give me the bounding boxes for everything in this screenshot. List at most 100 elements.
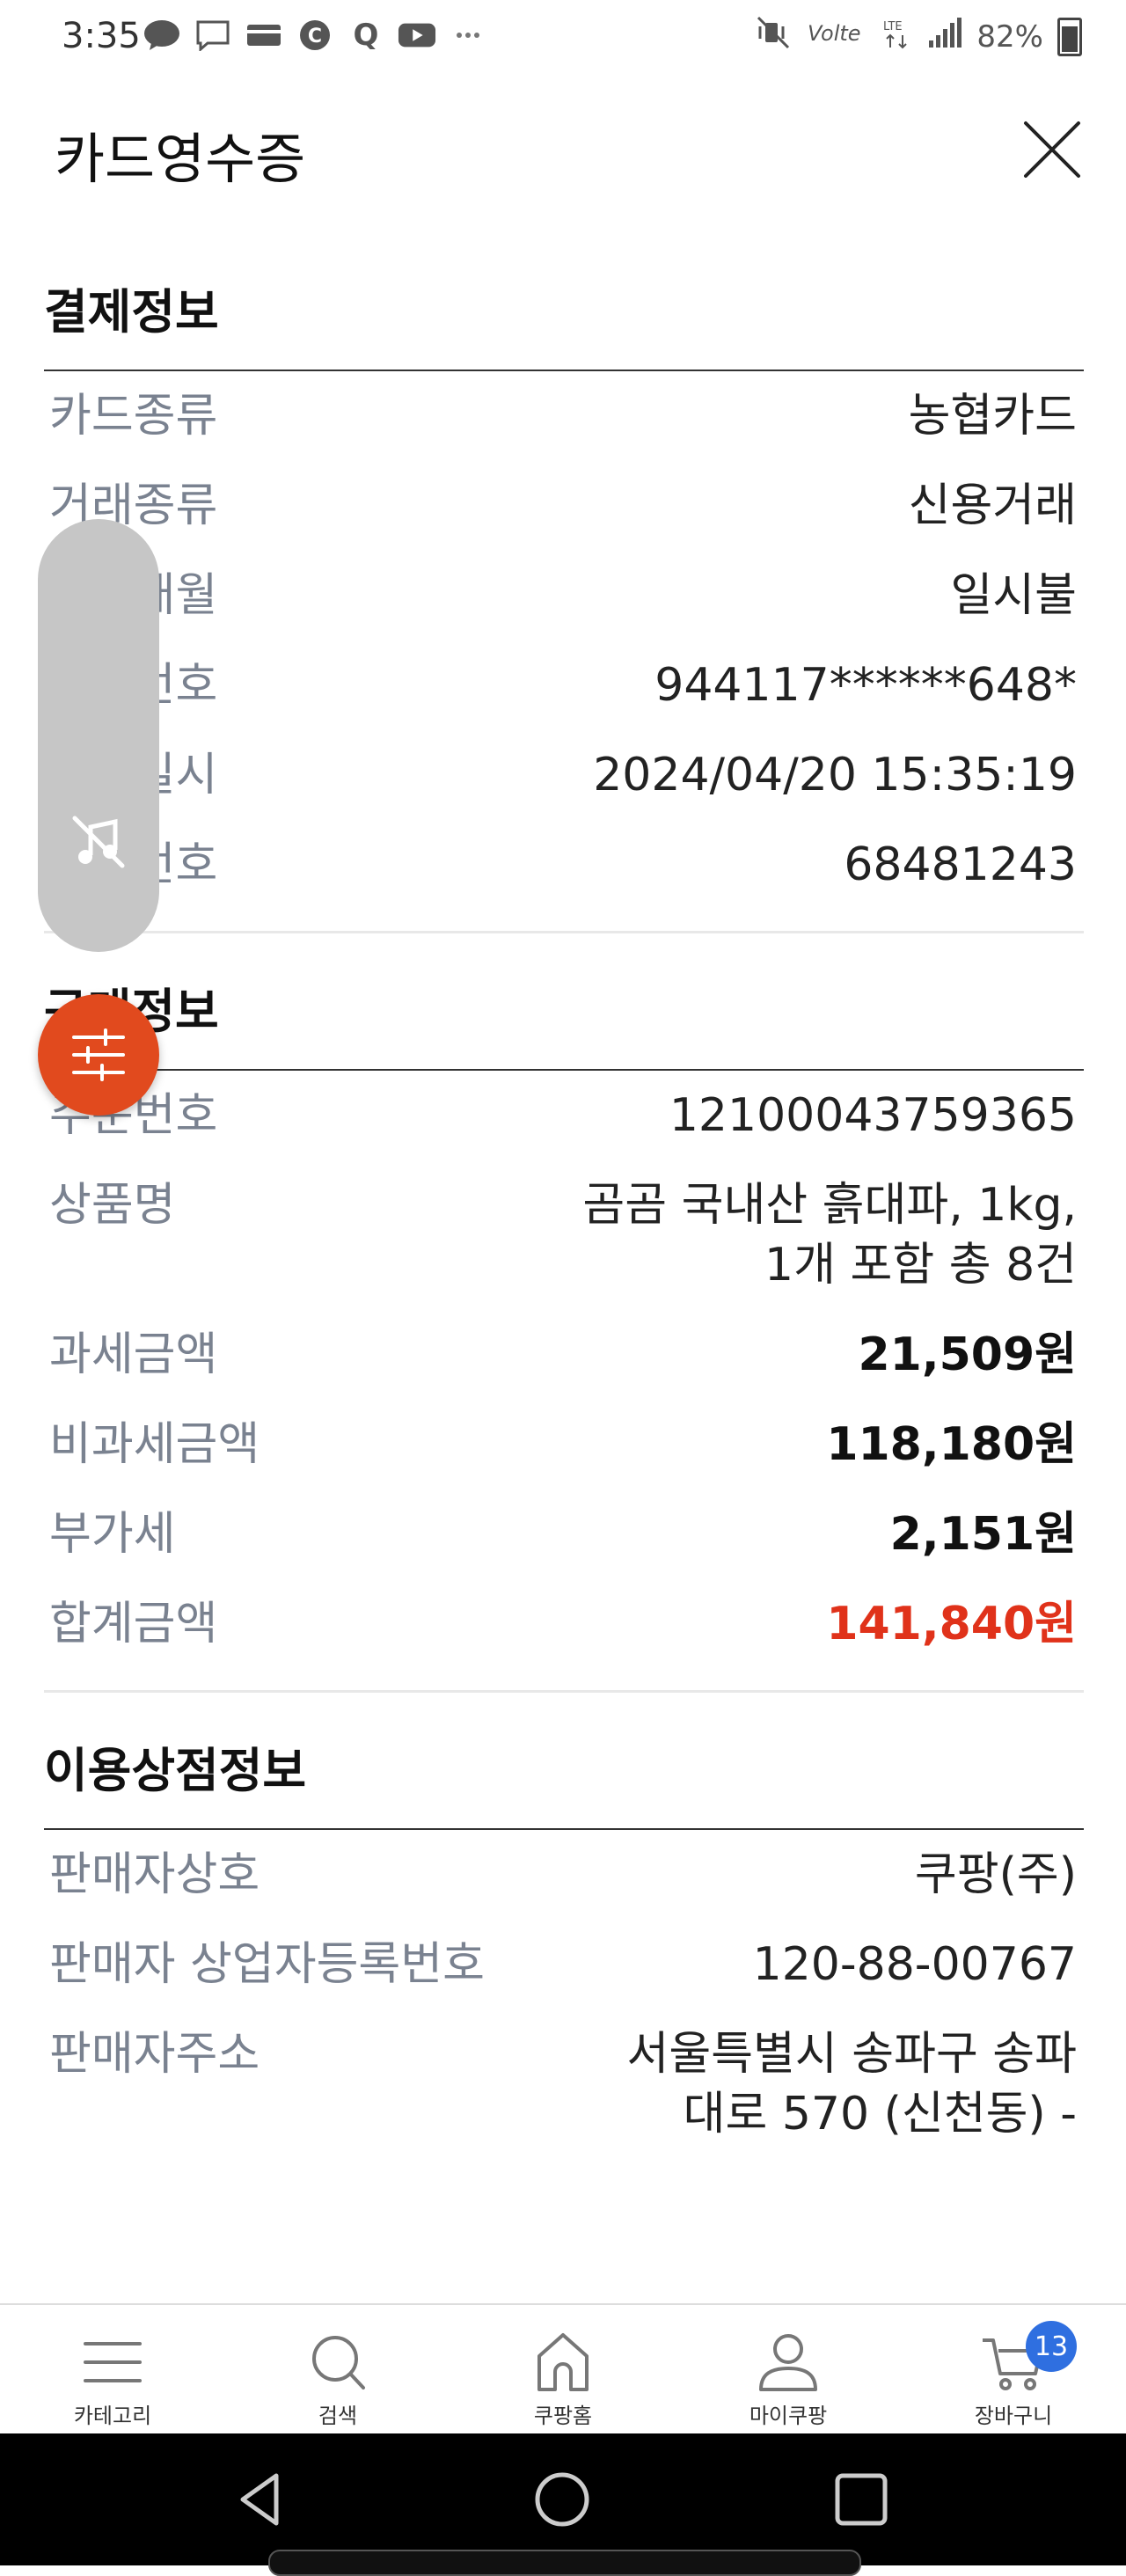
svg-text:C: C <box>308 26 322 48</box>
notification-icons: C Q <box>143 18 487 53</box>
info-row: 비과세금액 118,180원 <box>44 1409 1084 1498</box>
info-row: 판매자 상업자등록번호 120-88-00767 <box>44 1928 1084 2018</box>
status-time: 3:35 <box>62 16 141 56</box>
info-row: 카드종류 농협카드 <box>44 380 1084 470</box>
tax-free-amount: 118,180원 <box>826 1418 1077 1471</box>
nav-cart[interactable]: 장바구니 13 <box>901 2305 1126 2435</box>
filter-fab-button[interactable] <box>38 994 159 1116</box>
user-icon <box>759 2334 817 2391</box>
address-line: 서울특별시 송파구 송파 <box>626 2028 1077 2081</box>
nav-category[interactable]: 카테고리 <box>0 2305 225 2435</box>
recents-icon[interactable] <box>830 2469 892 2530</box>
order-number: 12100043759365 <box>669 1089 1077 1142</box>
menu-icon <box>84 2342 142 2382</box>
status-bar: 3:35 C Q Volte LTE 82% <box>0 0 1126 79</box>
nav-label: 검색 <box>318 2404 358 2428</box>
svg-text:LTE: LTE <box>883 20 903 33</box>
merchant-info-section: 이용상점정보 판매자상호 쿠팡(주) 판매자 상업자등록번호 120-88-00… <box>44 1723 1084 2168</box>
info-row: 주문번호 12100043759365 <box>44 1079 1084 1169</box>
product-name-line: 곰곰 국내산 흙대파, 1kg, <box>582 1179 1077 1232</box>
info-row: 합계금액 141,840원 <box>44 1588 1084 1678</box>
music-off-icon[interactable] <box>68 811 129 873</box>
nav-label: 쿠팡홈 <box>533 2404 593 2428</box>
message-icon <box>194 18 232 53</box>
row-value: 68481243 <box>844 838 1077 891</box>
row-value: 신용거래 <box>908 479 1077 532</box>
cart-count-badge: 13 <box>1026 2321 1077 2372</box>
info-row: 거래종류 신용거래 <box>44 470 1084 560</box>
info-row: 승인번호 68481243 <box>44 829 1084 918</box>
card-icon <box>245 18 283 53</box>
svg-text:Q: Q <box>354 18 379 52</box>
battery-icon <box>1057 17 1082 56</box>
row-label: 판매자상호 <box>49 1848 260 1901</box>
receipt-content: 결제정보 카드종류 농협카드 거래종류 신용거래 할부개월 일시불 카드번호 9… <box>44 264 1084 2168</box>
close-icon <box>1024 121 1080 178</box>
section-title: 구매정보 <box>44 963 1084 1069</box>
youtube-icon <box>398 18 436 53</box>
home-button-icon[interactable] <box>531 2469 593 2530</box>
row-value: 일시불 <box>950 569 1077 622</box>
section-title: 결제정보 <box>44 284 219 340</box>
floating-media-panel[interactable] <box>38 519 159 952</box>
nav-label: 카테고리 <box>73 2404 152 2428</box>
back-icon[interactable] <box>230 2469 292 2530</box>
bottom-nav: 카테고리 검색 쿠팡홈 마이쿠팡 장바구니 13 <box>0 2303 1126 2435</box>
row-label: 판매자주소 <box>49 2028 260 2081</box>
more-notifications-icon <box>449 18 487 53</box>
info-row: 할부개월 일시불 <box>44 560 1084 649</box>
product-name-line: 1개 포함 총 8건 <box>764 1239 1077 1292</box>
row-value: 2024/04/20 15:35:19 <box>593 749 1077 801</box>
row-label: 비과세금액 <box>49 1418 260 1471</box>
q-icon: Q <box>347 18 385 53</box>
order-info-section: 구매정보 주문번호 12100043759365 상품명 곰곰 국내산 흙대파,… <box>44 963 1084 1693</box>
row-label: 과세금액 <box>49 1328 218 1381</box>
nav-home[interactable]: 쿠팡홈 <box>450 2305 676 2435</box>
info-row: 판매자주소 서울특별시 송파구 송파 대로 570 (신천동) - <box>44 2018 1084 2168</box>
section-title: 이용상점정보 <box>44 1743 307 1798</box>
row-value: 농협카드 <box>908 390 1077 443</box>
row-label: 부가세 <box>49 1508 176 1561</box>
talk-icon <box>143 18 181 53</box>
nav-search[interactable]: 검색 <box>225 2305 450 2435</box>
lte-icon: LTE <box>881 16 913 57</box>
c-icon: C <box>296 18 334 53</box>
taxable-amount: 21,509원 <box>858 1328 1077 1381</box>
info-row: 거래일시 2024/04/20 15:35:19 <box>44 739 1084 829</box>
info-row: 카드번호 944117******648* <box>44 649 1084 739</box>
info-row: 판매자상호 쿠팡(주) <box>44 1839 1084 1928</box>
row-label: 상품명 <box>49 1179 176 1232</box>
nav-my-coupang[interactable]: 마이쿠팡 <box>676 2305 901 2435</box>
battery-percent: 82% <box>976 18 1043 55</box>
address-line: 대로 570 (신천동) - <box>683 2088 1077 2141</box>
sliders-icon <box>72 1028 125 1081</box>
volte-icon: Volte <box>806 18 867 55</box>
search-icon <box>312 2336 365 2389</box>
nav-label: 장바구니 <box>974 2404 1053 2428</box>
row-label: 합계금액 <box>49 1598 218 1650</box>
page-header: 카드영수증 <box>0 88 1126 202</box>
gesture-handle[interactable] <box>268 2550 861 2576</box>
home-icon <box>537 2333 589 2391</box>
info-row: 부가세 2,151원 <box>44 1498 1084 1588</box>
svg-text:Volte: Volte <box>808 21 861 46</box>
seller-name: 쿠팡(주) <box>914 1848 1077 1901</box>
info-row: 과세금액 21,509원 <box>44 1319 1084 1409</box>
payment-info-section: 결제정보 카드종류 농협카드 거래종류 신용거래 할부개월 일시불 카드번호 9… <box>44 264 1084 933</box>
signal-icon <box>927 16 962 57</box>
business-registration-number: 120-88-00767 <box>752 1938 1077 1991</box>
vat-amount: 2,151원 <box>889 1508 1077 1561</box>
mute-vibrate-icon <box>757 16 792 57</box>
total-amount: 141,840원 <box>826 1598 1077 1650</box>
seller-address: 서울특별시 송파구 송파 대로 570 (신천동) - <box>627 2018 1084 2144</box>
system-nav-bar <box>0 2433 1126 2565</box>
nav-label: 마이쿠팡 <box>749 2404 828 2428</box>
row-label: 카드종류 <box>49 390 218 443</box>
row-label: 판매자 상업자등록번호 <box>49 1938 485 1991</box>
page-title: 카드영수증 <box>55 127 306 191</box>
system-indicators: Volte LTE 82% <box>757 16 1082 57</box>
row-value: 944117******648* <box>654 659 1077 712</box>
info-row: 상품명 곰곰 국내산 흙대파, 1kg, 1개 포함 총 8건 <box>44 1169 1084 1319</box>
product-name: 곰곰 국내산 흙대파, 1kg, 1개 포함 총 8건 <box>582 1169 1084 1295</box>
close-button[interactable] <box>1017 114 1087 185</box>
